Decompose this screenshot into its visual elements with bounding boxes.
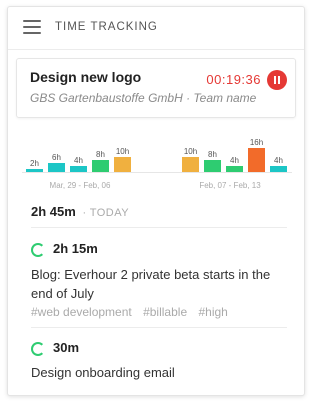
divider	[31, 227, 287, 228]
timer-task-name: Design new logo	[30, 69, 142, 85]
chart-value-label: 4h	[230, 156, 239, 165]
chart-bar	[204, 160, 221, 172]
chart-value-label: 4h	[274, 156, 283, 165]
timer-elapsed: 00:19:36	[206, 72, 261, 87]
chart-value-label: 2h	[30, 159, 39, 168]
tag[interactable]: #high	[198, 305, 227, 319]
chart-bar	[92, 160, 109, 172]
timer-separator: ·	[182, 91, 194, 105]
summary-separator: ·	[82, 207, 87, 219]
panel-title: TIME TRACKING	[55, 21, 158, 33]
weekly-bar-chart: 2h 6h 4h 8h 10h Mar, 29 - Feb, 06 10h 8h 4h 16h 4h…	[22, 138, 292, 190]
menu-icon[interactable]	[23, 20, 41, 34]
chart-value-label: 8h	[96, 150, 105, 159]
running-icon	[31, 243, 45, 257]
today-label: TODAY	[89, 207, 130, 219]
tag[interactable]: #web development	[31, 305, 132, 319]
active-timer[interactable]: Design new logo GBS Gartenbaustoffe GmbH…	[16, 58, 296, 118]
entry-title[interactable]: Blog: Everhour 2 private beta starts in …	[31, 265, 281, 303]
entry-title[interactable]: Design onboarding email	[31, 363, 281, 382]
panel-header: TIME TRACKING	[8, 7, 304, 50]
time-tracking-panel: TIME TRACKING Design new logo GBS Garten…	[7, 6, 305, 396]
chart-range-label: Feb, 07 - Feb, 13	[199, 181, 261, 190]
chart-bar	[26, 169, 43, 172]
running-icon	[31, 342, 45, 356]
timer-team-name: Team name	[193, 91, 257, 105]
chart-value-label: 6h	[52, 153, 61, 162]
chart-value-label: 16h	[250, 138, 263, 147]
pause-icon[interactable]	[267, 70, 287, 90]
chart-value-label: 10h	[184, 147, 197, 156]
timer-project-line: GBS Gartenbaustoffe GmbH · Team name	[30, 91, 256, 105]
divider	[31, 327, 287, 328]
chart-range-label: Mar, 29 - Feb, 06	[50, 181, 111, 190]
chart-bar	[248, 148, 265, 172]
entry-time: 2h 15m	[53, 241, 98, 256]
chart-bar	[70, 166, 87, 172]
entry-time: 30m	[53, 340, 80, 355]
chart-value-label: 8h	[208, 150, 217, 159]
tag[interactable]: #billable	[143, 305, 187, 319]
chart-bar	[114, 157, 131, 172]
chart-bar	[270, 166, 287, 172]
timer-project-name: GBS Gartenbaustoffe GmbH	[30, 91, 183, 105]
chart-value-label: 10h	[116, 147, 129, 156]
entry-tags: #web development #billable #high	[31, 305, 236, 319]
chart-bar	[226, 166, 243, 172]
chart-value-label: 4h	[74, 156, 83, 165]
today-summary: 2h 45m · TODAY	[31, 204, 129, 219]
today-total: 2h 45m	[31, 204, 76, 219]
chart-bar	[48, 163, 65, 172]
chart-bar	[182, 157, 199, 172]
